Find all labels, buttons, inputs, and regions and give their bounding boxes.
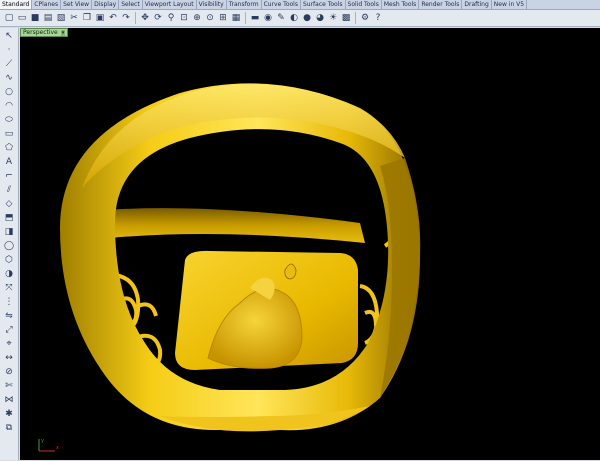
circle-icon[interactable]: ○ [2,86,16,99]
ring-render[interactable] [20,38,600,460]
boolean-icon[interactable]: ◑ [2,268,16,281]
axis-x-label: x [56,445,59,451]
tab-display[interactable]: Display [92,0,120,9]
fillet-icon[interactable]: ⌐ [2,170,16,183]
zoom-selected-icon[interactable]: ⊙ [204,12,216,24]
four-view-icon[interactable]: ⊞ [217,12,229,24]
tab-select[interactable]: Select [119,0,143,9]
mesh-icon[interactable]: ⬡ [2,254,16,267]
polyline-icon[interactable]: ⟋ [2,58,16,71]
transform-icon[interactable]: ⤧ [2,282,16,295]
tab-cplanes[interactable]: CPlanes [32,0,62,9]
toolbar-separator [135,12,136,24]
group-icon[interactable]: ⧉ [2,422,16,435]
trim-icon[interactable]: ✄ [2,380,16,393]
shaded-icon[interactable]: ◐ [288,12,300,24]
help-icon[interactable]: ? [372,12,384,24]
text-icon[interactable]: A [2,156,16,169]
tab-solid-tools[interactable]: Solid Tools [346,0,382,9]
dimension-icon[interactable]: ↔ [2,352,16,365]
curve-icon[interactable]: ∿ [2,72,16,85]
tab-drafting[interactable]: Drafting [462,0,492,9]
tab-surface-tools[interactable]: Surface Tools [301,0,346,9]
properties-icon[interactable]: ◉ [262,12,274,24]
tab-viewport-layout[interactable]: Viewport Layout [143,0,197,9]
tab-new-in-v5[interactable]: New in V5 [492,0,528,9]
ellipse-icon[interactable]: ⬭ [2,114,16,127]
undo-icon[interactable]: ↶ [107,12,119,24]
viewport[interactable]: Perspective ▾ [20,28,600,460]
tab-mesh-tools[interactable]: Mesh Tools [382,0,420,9]
tab-transform[interactable]: Transform [227,0,262,9]
tab-set-view[interactable]: Set View [61,0,93,9]
layer-icon[interactable]: ▬ [249,12,261,24]
explode-icon[interactable]: ✱ [2,408,16,421]
join-icon[interactable]: ⋈ [2,394,16,407]
save-icon[interactable]: ■ [29,12,41,24]
axis-indicator: x y [37,437,67,461]
viewport-tab-strip: Perspective ▾ [20,28,600,38]
print-icon[interactable]: ▤ [42,12,54,24]
split-icon[interactable]: ⊘ [2,366,16,379]
polygon-icon[interactable]: ⬠ [2,142,16,155]
grid-icon[interactable]: ▦ [230,12,242,24]
material-icon[interactable]: ▩ [340,12,352,24]
rotate-view-icon[interactable]: ⟳ [152,12,164,24]
scale-icon[interactable]: ⤢ [2,324,16,337]
tab-standard[interactable]: Standard [0,0,33,9]
rendered-icon[interactable]: ● [301,12,313,24]
render-icon[interactable]: ◕ [314,12,326,24]
new-file-icon[interactable]: ▢ [3,12,15,24]
extrude-icon[interactable]: ⬒ [2,212,16,225]
pan-icon[interactable]: ✥ [139,12,151,24]
point-icon[interactable]: · [2,44,16,57]
chevron-down-icon[interactable]: ▾ [60,29,66,36]
open-file-icon[interactable]: ▭ [16,12,28,24]
standard-toolbar: ▢ ▭ ■ ▤ ▧ ✂ ❐ ▣ ↶ ↷ ✥ ⟳ ⚲ ⊡ ⊕ ⊙ ⊞ ▦ ▬ ◉ ✎ ◐ ● ◕ ☀ ▩ ⚙? [0,10,600,27]
light-icon[interactable]: ☀ [327,12,339,24]
toolbar-tab-strip: Standard CPlanes Set View Display Select View… [0,0,600,10]
redo-icon[interactable]: ↷ [120,12,132,24]
box-icon[interactable]: ◨ [2,226,16,239]
import-icon[interactable]: ▧ [55,12,67,24]
left-tool-palette: ↖ · ⟋ ∿ ○ ◠ ⬭ ▭ ⬠ A ⌐ ⫽ ◇ ⬒ ◨ ◯ ⬡ ◑ ⤧ ⋮ ⇋ ⤢ ⌖ ↔ ⊘ ✄ ⋈ ✱ ⧉ [0,28,19,460]
sphere-icon[interactable]: ◯ [2,240,16,253]
copy-icon[interactable]: ❐ [81,12,93,24]
tab-render-tools[interactable]: Render Tools [419,0,463,9]
offset-icon[interactable]: ⫽ [2,184,16,197]
paste-icon[interactable]: ▣ [94,12,106,24]
arc-icon[interactable]: ◠ [2,100,16,113]
select-arrow-icon[interactable]: ↖ [2,30,16,43]
mirror-icon[interactable]: ⇋ [2,310,16,323]
zoom-icon[interactable]: ⚲ [165,12,177,24]
tab-curve-tools[interactable]: Curve Tools [262,0,301,9]
zoom-extents-icon[interactable]: ⊕ [191,12,203,24]
toolbar-separator [355,12,356,24]
viewport-tab-label: Perspective [23,28,58,36]
rectangle-icon[interactable]: ▭ [2,128,16,141]
osnap-icon[interactable]: ✎ [275,12,287,24]
toolbar-separator [245,12,246,24]
cut-icon[interactable]: ✂ [68,12,80,24]
axis-y-label: y [41,438,44,444]
tab-perspective[interactable]: Perspective ▾ [20,28,69,37]
array-icon[interactable]: ⋮ [2,296,16,309]
surface-icon[interactable]: ◇ [2,198,16,211]
options-icon[interactable]: ⚙ [359,12,371,24]
tab-visibility[interactable]: Visibility [197,0,227,9]
zoom-window-icon[interactable]: ⊡ [178,12,190,24]
analyze-icon[interactable]: ⌖ [2,338,16,351]
